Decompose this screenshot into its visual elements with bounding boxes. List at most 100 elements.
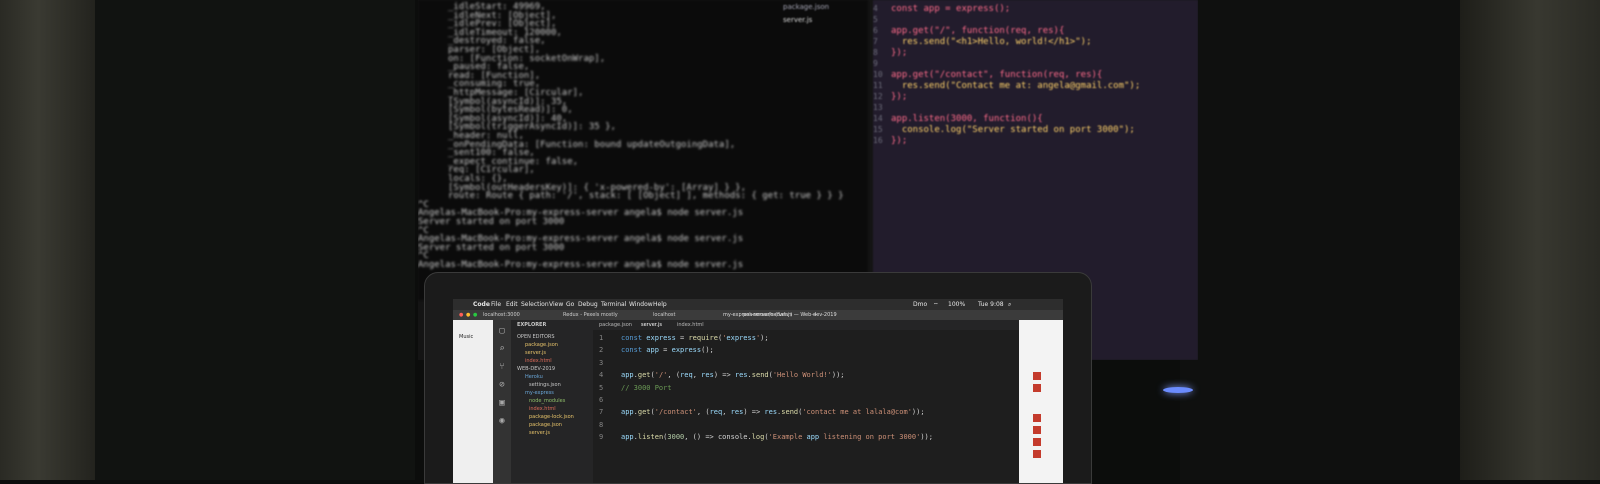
line-number: 9 — [599, 433, 604, 442]
sidebar-file[interactable]: server.js — [783, 16, 868, 24]
wifi-icon[interactable]: ⌔ — [933, 301, 939, 309]
code-line[interactable]: const express = require('express'); — [621, 334, 769, 342]
code-line: }); — [891, 136, 908, 146]
explorer-file[interactable]: package.json — [529, 422, 562, 428]
line-number: 16 — [873, 136, 883, 145]
code-line: console.log("Server started on port 3000… — [891, 125, 1135, 135]
red-marker — [1033, 426, 1041, 434]
line-number: 11 — [873, 81, 883, 90]
vscode-activity-bar: ▢ ⌕ ⑂ ⊘ ▣ ◉ — [493, 320, 511, 483]
line-number: 7 — [873, 37, 878, 46]
code-line: app.get("/contact", function(req, res){ — [891, 70, 1103, 80]
terminal-line: route: Route { path: '/', stack: [ [Obje… — [448, 191, 844, 202]
menu-item-file[interactable]: File — [491, 301, 501, 308]
browser-left-pane: Music — [453, 320, 493, 483]
dark-wall-left — [95, 0, 415, 480]
music-bookmark[interactable]: Music — [459, 334, 473, 340]
line-number: 6 — [873, 26, 878, 35]
search-icon[interactable]: ⌕ — [497, 344, 507, 354]
clock[interactable]: Tue 9:08 — [978, 301, 1004, 308]
code-line[interactable]: // 3000 Port — [621, 384, 672, 392]
source-control-icon[interactable]: ⑂ — [497, 362, 507, 372]
zoom-dot-icon[interactable]: ● — [473, 312, 477, 318]
terminal-line: Server started on port 3000 — [418, 217, 565, 227]
explorer-section[interactable]: WEB-DEV-2019 — [517, 366, 555, 372]
window-title: my-express-server/server.js — Web-dev-20… — [723, 312, 837, 318]
red-marker — [1033, 414, 1041, 422]
github-icon[interactable]: ◉ — [497, 416, 507, 426]
editor-tab-active[interactable]: server.js — [641, 322, 662, 328]
terminal-line: Angelas-MacBook-Pro:my-express-server an… — [418, 260, 744, 270]
menu-item-window[interactable]: Window — [629, 301, 653, 308]
explorer-file[interactable]: server.js — [525, 350, 546, 356]
search-icon[interactable]: ⌕ — [1008, 301, 1011, 309]
curtain-right — [1460, 0, 1600, 480]
browser-tab[interactable]: localhost:3000 — [483, 312, 520, 318]
menu-item-view[interactable]: View — [549, 301, 563, 308]
explorer-icon[interactable]: ▢ — [497, 326, 507, 336]
line-number: 2 — [599, 346, 604, 355]
battery-level[interactable]: 100% — [948, 301, 965, 308]
editor-tab[interactable]: index.html — [677, 322, 704, 328]
browser-right-pane — [1019, 320, 1063, 483]
menu-item-terminal[interactable]: Terminal — [601, 301, 626, 308]
close-dot-icon[interactable]: ● — [459, 312, 463, 318]
menu-item-go[interactable]: Go — [566, 301, 574, 308]
browser-tab[interactable]: Redux - Pexels mostly — [563, 312, 618, 318]
code-line: res.send("Contact me at: angela@gmail.co… — [891, 81, 1141, 91]
code-line: res.send("<h1>Hello, world!</h1>"); — [891, 37, 1092, 47]
line-number: 9 — [873, 59, 878, 68]
debug-icon[interactable]: ⊘ — [497, 380, 507, 390]
explorer-file[interactable]: settings.json — [529, 382, 561, 388]
extensions-icon[interactable]: ▣ — [497, 398, 507, 408]
terminal-line: Server started on port 3000 — [418, 242, 565, 253]
menu-item-edit[interactable]: Edit — [506, 301, 518, 308]
line-number: 14 — [873, 114, 883, 123]
red-marker — [1033, 438, 1041, 446]
menu-item-debug[interactable]: Debug — [578, 301, 598, 308]
browser-tab[interactable]: localhost — [653, 312, 675, 318]
code-line[interactable]: app.get('/', (req, res) => res.send('Hel… — [621, 371, 845, 379]
red-marker — [1033, 450, 1041, 458]
menu-item-help[interactable]: Help — [653, 301, 667, 308]
code-line: app.get("/", function(req, res){ — [891, 26, 1065, 36]
editor-tab[interactable]: package.json — [599, 322, 632, 328]
minimize-dot-icon[interactable]: ● — [466, 312, 470, 318]
macos-menu-bar: Code File Edit Selection View Go Debug T… — [453, 299, 1063, 310]
menu-item-selection[interactable]: Selection — [521, 301, 549, 308]
sidebar-file[interactable]: package.json — [783, 3, 868, 11]
line-number: 3 — [599, 358, 604, 367]
red-marker — [1033, 372, 1041, 380]
code-line: }); — [891, 92, 908, 102]
explorer-folder[interactable]: Heroku — [525, 374, 543, 380]
line-number: 4 — [873, 4, 878, 13]
line-number: 12 — [873, 92, 883, 101]
explorer-title: EXPLORER — [517, 322, 547, 328]
explorer-file[interactable]: package.json — [525, 342, 558, 348]
editor-tab-bar: package.json server.js index.html my-exp… — [593, 312, 1019, 330]
explorer-file[interactable]: index.html — [529, 406, 556, 412]
code-line[interactable]: const app = express(); — [621, 346, 714, 354]
line-number: 13 — [873, 103, 883, 112]
code-line: }); — [891, 48, 908, 58]
menu-item-code[interactable]: Code — [473, 301, 490, 308]
dark-wall-right — [1180, 0, 1460, 480]
explorer-file[interactable]: index.html — [525, 358, 552, 364]
explorer-file[interactable]: package-lock.json — [529, 414, 574, 420]
explorer-folder[interactable]: my-express — [525, 390, 554, 396]
vscode-editor[interactable]: package.json server.js index.html my-exp… — [593, 312, 1019, 483]
explorer-file[interactable]: server.js — [529, 430, 550, 436]
line-number: 4 — [599, 371, 604, 380]
code-line[interactable]: app.listen(3000, () => console.log('Exam… — [621, 433, 933, 441]
red-marker — [1033, 384, 1041, 392]
laptop-screen: Code File Edit Selection View Go Debug T… — [453, 299, 1063, 483]
explorer-folder[interactable]: node_modules — [529, 398, 565, 404]
line-number: 6 — [599, 396, 604, 404]
code-line: const app = express(); — [891, 4, 1011, 14]
code-line[interactable]: app.get('/contact', (req, res) => res.se… — [621, 408, 925, 416]
line-number: 5 — [599, 383, 604, 392]
status-dmo[interactable]: Dmo — [913, 301, 927, 308]
explorer-section[interactable]: OPEN EDITORS — [517, 334, 555, 340]
laptop: Code File Edit Selection View Go Debug T… — [424, 272, 1092, 484]
vscode-explorer: EXPLORER OPEN EDITORS package.json serve… — [511, 320, 593, 483]
